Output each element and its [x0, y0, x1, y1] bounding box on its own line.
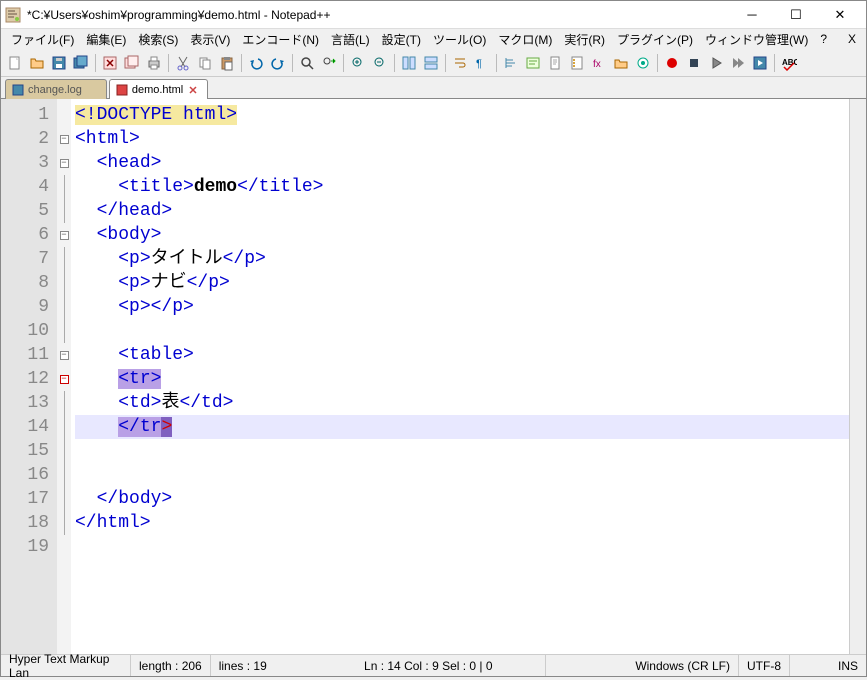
udl-icon[interactable]: [523, 53, 543, 73]
menu-tools[interactable]: ツール(O): [427, 29, 492, 50]
titlebar: *C:¥Users¥oshim¥programming¥demo.html - …: [1, 1, 866, 29]
indent-guide-icon[interactable]: [501, 53, 521, 73]
func-list-icon[interactable]: fx: [589, 53, 609, 73]
menu-settings[interactable]: 設定(T): [376, 29, 427, 50]
menu-search[interactable]: 検索(S): [132, 29, 184, 50]
menu-file[interactable]: ファイル(F): [5, 29, 80, 50]
copy-icon[interactable]: [195, 53, 215, 73]
close-all-icon[interactable]: [122, 53, 142, 73]
paste-icon[interactable]: [217, 53, 237, 73]
menu-view[interactable]: 表示(V): [184, 29, 236, 50]
toolbar-separator: [496, 54, 497, 72]
open-file-icon[interactable]: [27, 53, 47, 73]
undo-icon[interactable]: [246, 53, 266, 73]
status-encoding: UTF-8: [739, 655, 790, 676]
close-button[interactable]: ✕: [818, 2, 862, 28]
editor: 12345678910111213141516171819 −−−−− <!DO…: [1, 99, 866, 654]
status-lines: lines : 19: [211, 655, 275, 676]
tab-demohtml[interactable]: demo.html: [109, 79, 208, 99]
toolbar-separator: [95, 54, 96, 72]
fold-column[interactable]: −−−−−: [57, 99, 71, 654]
menu-close-doc[interactable]: X: [842, 30, 862, 48]
allchars-icon[interactable]: ¶: [472, 53, 492, 73]
replace-icon[interactable]: [319, 53, 339, 73]
doc-map-icon[interactable]: [545, 53, 565, 73]
maximize-button[interactable]: ☐: [774, 2, 818, 28]
play-multi-icon[interactable]: [728, 53, 748, 73]
minimize-button[interactable]: ─: [730, 2, 774, 28]
toolbar-separator: [241, 54, 242, 72]
toolbar-separator: [774, 54, 775, 72]
stop-icon[interactable]: [684, 53, 704, 73]
statusbar: Hyper Text Markup Lan length : 206 lines…: [1, 654, 866, 676]
tabbar: change.log demo.html: [1, 77, 866, 99]
file-unsaved-icon: [116, 84, 128, 96]
record-icon[interactable]: [662, 53, 682, 73]
folder-workspace-icon[interactable]: [611, 53, 631, 73]
tab-close-icon[interactable]: [86, 84, 98, 96]
status-insert-mode: INS: [830, 655, 866, 676]
wordwrap-icon[interactable]: [450, 53, 470, 73]
save-macro-icon[interactable]: [750, 53, 770, 73]
tab-label: demo.html: [132, 84, 183, 96]
svg-text:¶: ¶: [476, 58, 482, 70]
play-icon[interactable]: [706, 53, 726, 73]
menu-run[interactable]: 実行(R): [558, 29, 611, 50]
toolbar-separator: [168, 54, 169, 72]
monitor-icon[interactable]: [633, 53, 653, 73]
menu-plugins[interactable]: プラグイン(P): [611, 29, 699, 50]
menu-encoding[interactable]: エンコード(N): [236, 29, 325, 50]
redo-icon[interactable]: [268, 53, 288, 73]
line-number-gutter: 12345678910111213141516171819: [1, 99, 57, 654]
svg-text:fx: fx: [593, 59, 601, 70]
find-icon[interactable]: [297, 53, 317, 73]
spellcheck-icon[interactable]: ABC: [779, 53, 799, 73]
status-position: Ln : 14 Col : 9 Sel : 0 | 0: [356, 655, 546, 676]
menu-help[interactable]: ?: [814, 30, 833, 48]
tab-close-icon[interactable]: [187, 84, 199, 96]
status-language: Hyper Text Markup Lan: [1, 655, 131, 676]
window-title: *C:¥Users¥oshim¥programming¥demo.html - …: [27, 8, 730, 22]
save-all-icon[interactable]: [71, 53, 91, 73]
zoom-out-icon[interactable]: [370, 53, 390, 73]
window-controls: ─ ☐ ✕: [730, 2, 862, 28]
sync-v-icon[interactable]: [399, 53, 419, 73]
toolbar-separator: [657, 54, 658, 72]
doc-list-icon[interactable]: [567, 53, 587, 73]
app-icon: [5, 7, 21, 23]
zoom-in-icon[interactable]: [348, 53, 368, 73]
toolbar-separator: [445, 54, 446, 72]
toolbar-separator: [394, 54, 395, 72]
menu-language[interactable]: 言語(L): [325, 29, 376, 50]
status-eol: Windows (CR LF): [627, 655, 739, 676]
cut-icon[interactable]: [173, 53, 193, 73]
sync-h-icon[interactable]: [421, 53, 441, 73]
code-area[interactable]: <!DOCTYPE html><html> <head> <title>demo…: [71, 99, 849, 654]
toolbar: ¶ fx ABC: [1, 49, 866, 77]
menubar: ファイル(F) 編集(E) 検索(S) 表示(V) エンコード(N) 言語(L)…: [1, 29, 866, 49]
tab-label: change.log: [28, 84, 82, 96]
tab-changelog[interactable]: change.log: [5, 79, 107, 99]
new-file-icon[interactable]: [5, 53, 25, 73]
print-icon[interactable]: [144, 53, 164, 73]
save-icon[interactable]: [49, 53, 69, 73]
menu-edit[interactable]: 編集(E): [80, 29, 132, 50]
toolbar-separator: [343, 54, 344, 72]
close-file-icon[interactable]: [100, 53, 120, 73]
toolbar-separator: [292, 54, 293, 72]
menu-window[interactable]: ウィンドウ管理(W): [699, 29, 814, 50]
file-saved-icon: [12, 84, 24, 96]
status-length: length : 206: [131, 655, 211, 676]
menu-macro[interactable]: マクロ(M): [492, 29, 558, 50]
vertical-scrollbar[interactable]: [849, 99, 866, 654]
svg-text:ABC: ABC: [782, 58, 797, 67]
